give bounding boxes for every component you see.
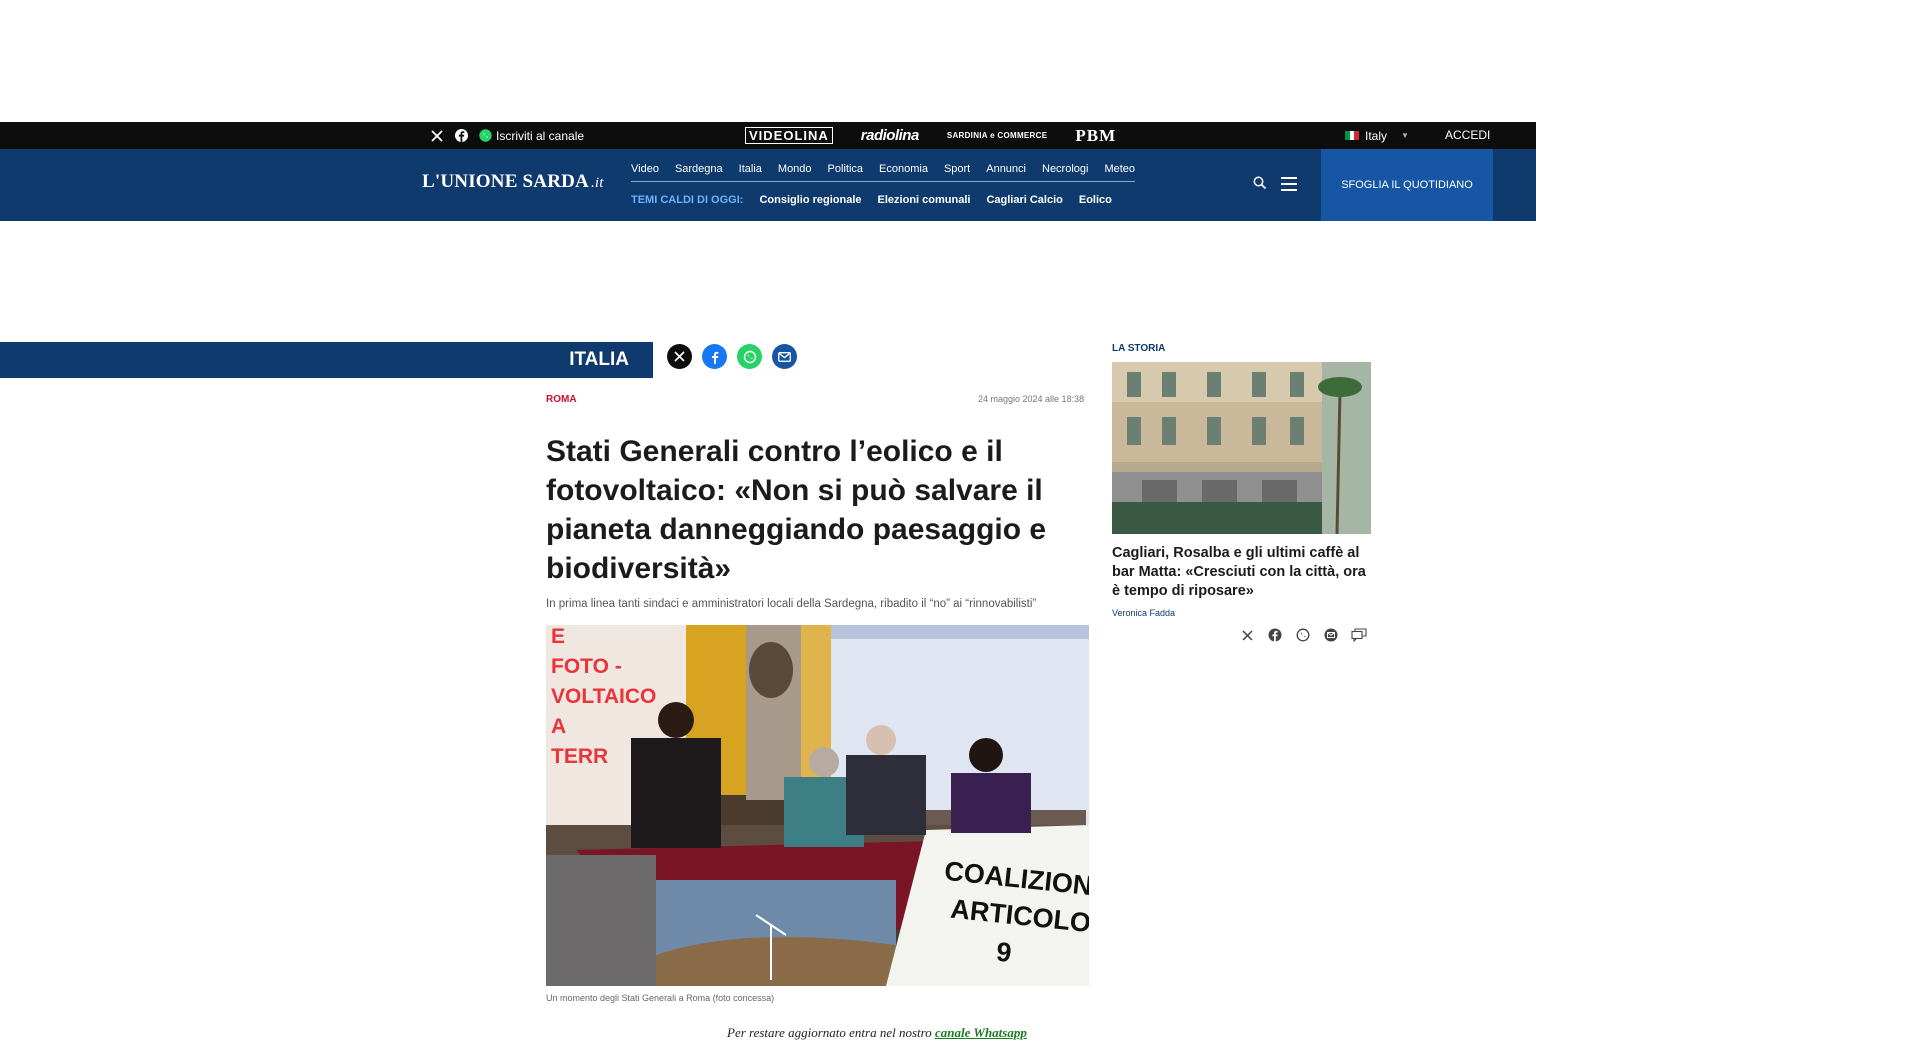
- site-header: L'UNIONE SARDA .it Video Sardegna Italia …: [0, 149, 1536, 221]
- sfoglia-quotidiano-button[interactable]: SFOGLIA IL QUOTIDIANO: [1321, 149, 1493, 221]
- nav-annunci[interactable]: Annunci: [986, 163, 1026, 175]
- svg-text:FOTO -: FOTO -: [551, 655, 622, 678]
- sidebar-article-title[interactable]: Cagliari, Rosalba e gli ultimi caffè al …: [1112, 544, 1374, 601]
- nav-sardegna[interactable]: Sardegna: [675, 163, 723, 175]
- nav-italia[interactable]: Italia: [739, 163, 762, 175]
- sidebar-share-whatsapp-icon[interactable]: [1295, 627, 1311, 643]
- svg-text:TERR: TERR: [551, 745, 608, 768]
- nav-politica[interactable]: Politica: [828, 163, 863, 175]
- sidebar-share-x-icon[interactable]: [1239, 627, 1255, 643]
- share-email-icon[interactable]: [772, 344, 797, 369]
- hot-topics: TEMI CALDI DI OGGI: Consiglio regionale …: [631, 194, 1112, 206]
- nav-economia[interactable]: Economia: [879, 163, 928, 175]
- chevron-down-icon: ▼: [1401, 131, 1409, 140]
- article-subtitle: In prima linea tanti sindaci e amministr…: [546, 598, 1037, 610]
- sidebar-author[interactable]: Veronica Fadda: [1112, 608, 1175, 618]
- brand-sardinia-ecommerce[interactable]: SARDINIA e COMMERCE: [947, 131, 1048, 140]
- hot-topic-cagliari-calcio[interactable]: Cagliari Calcio: [986, 194, 1062, 206]
- x-icon[interactable]: [430, 129, 444, 143]
- hamburger-menu-icon[interactable]: [1281, 177, 1297, 191]
- logo-text: L'UNIONE SARDA: [422, 171, 589, 192]
- whatsapp-cta-text: Per restare aggiornato entra nel nostro: [727, 1025, 932, 1040]
- share-facebook-icon[interactable]: [702, 344, 727, 369]
- brand-videolina[interactable]: VIDEOLINA: [745, 127, 833, 144]
- hot-topic-eolico[interactable]: Eolico: [1079, 194, 1112, 206]
- nav-sport[interactable]: Sport: [944, 163, 970, 175]
- nav-meteo[interactable]: Meteo: [1104, 163, 1135, 175]
- sidebar-share-buttons: [1239, 627, 1367, 643]
- sidebar-photo[interactable]: [1112, 362, 1371, 534]
- country-label: Italy: [1365, 128, 1388, 143]
- nav-mondo[interactable]: Mondo: [778, 163, 812, 175]
- share-whatsapp-icon[interactable]: [737, 344, 762, 369]
- whatsapp-icon: [478, 129, 492, 143]
- social-links: Iscriviti al canale: [430, 122, 584, 149]
- login-link[interactable]: ACCEDI: [1445, 122, 1490, 149]
- photo-caption: Un momento degli Stati Generali a Roma (…: [546, 993, 775, 1003]
- main-nav: Video Sardegna Italia Mondo Politica Eco…: [631, 163, 1136, 182]
- brand-pbm[interactable]: PBM: [1075, 126, 1116, 146]
- hot-topic-consiglio-regionale[interactable]: Consiglio regionale: [759, 194, 861, 206]
- site-logo[interactable]: L'UNIONE SARDA .it: [422, 171, 604, 193]
- nav-necrologi[interactable]: Necrologi: [1042, 163, 1088, 175]
- whatsapp-channel-cta-link[interactable]: canale Whatsapp: [935, 1025, 1027, 1040]
- sidebar-share-email-icon[interactable]: [1323, 627, 1339, 643]
- facebook-icon[interactable]: [454, 129, 468, 143]
- svg-text:9: 9: [995, 937, 1013, 968]
- country-selector[interactable]: Italy ▼: [1345, 122, 1409, 149]
- logo-suffix: .it: [590, 175, 604, 191]
- article-date: 24 maggio 2024 alle 18:38: [978, 394, 1085, 404]
- share-x-icon[interactable]: [667, 344, 692, 369]
- brand-links: VIDEOLINA radiolina SARDINIA e COMMERCE …: [745, 122, 1116, 149]
- article-photo: E FOTO - VOLTAICO A TERR COALIZIONE ARTI…: [546, 625, 1089, 986]
- top-bar: Iscriviti al canale VIDEOLINA radiolina …: [0, 122, 1536, 149]
- whatsapp-channel-label: Iscriviti al canale: [496, 128, 585, 143]
- article-kicker[interactable]: ROMA: [546, 394, 577, 405]
- svg-text:VOLTAICO: VOLTAICO: [551, 685, 656, 708]
- hot-topics-label: TEMI CALDI DI OGGI:: [631, 194, 744, 206]
- nav-video[interactable]: Video: [631, 163, 659, 175]
- search-icon[interactable]: [1252, 175, 1268, 191]
- article-title: Stati Generali contro l’eolico e il foto…: [546, 435, 1047, 585]
- section-label[interactable]: ITALIA: [569, 342, 629, 378]
- brand-radiolina[interactable]: radiolina: [861, 127, 920, 144]
- italy-flag-icon: [1345, 131, 1360, 140]
- sidebar-kicker[interactable]: LA STORIA: [1112, 343, 1165, 354]
- svg-text:E: E: [551, 625, 565, 648]
- sidebar-share-facebook-icon[interactable]: [1267, 627, 1283, 643]
- svg-text:A: A: [551, 715, 566, 738]
- whatsapp-channel-link[interactable]: Iscriviti al canale: [478, 129, 584, 143]
- sidebar-comments-icon[interactable]: [1351, 627, 1367, 643]
- whatsapp-cta: Per restare aggiornato entra nel nostro …: [727, 1025, 1027, 1041]
- article-share-buttons: [667, 344, 797, 369]
- hot-topic-elezioni-comunali[interactable]: Elezioni comunali: [878, 194, 971, 206]
- section-bar: ITALIA: [0, 342, 653, 378]
